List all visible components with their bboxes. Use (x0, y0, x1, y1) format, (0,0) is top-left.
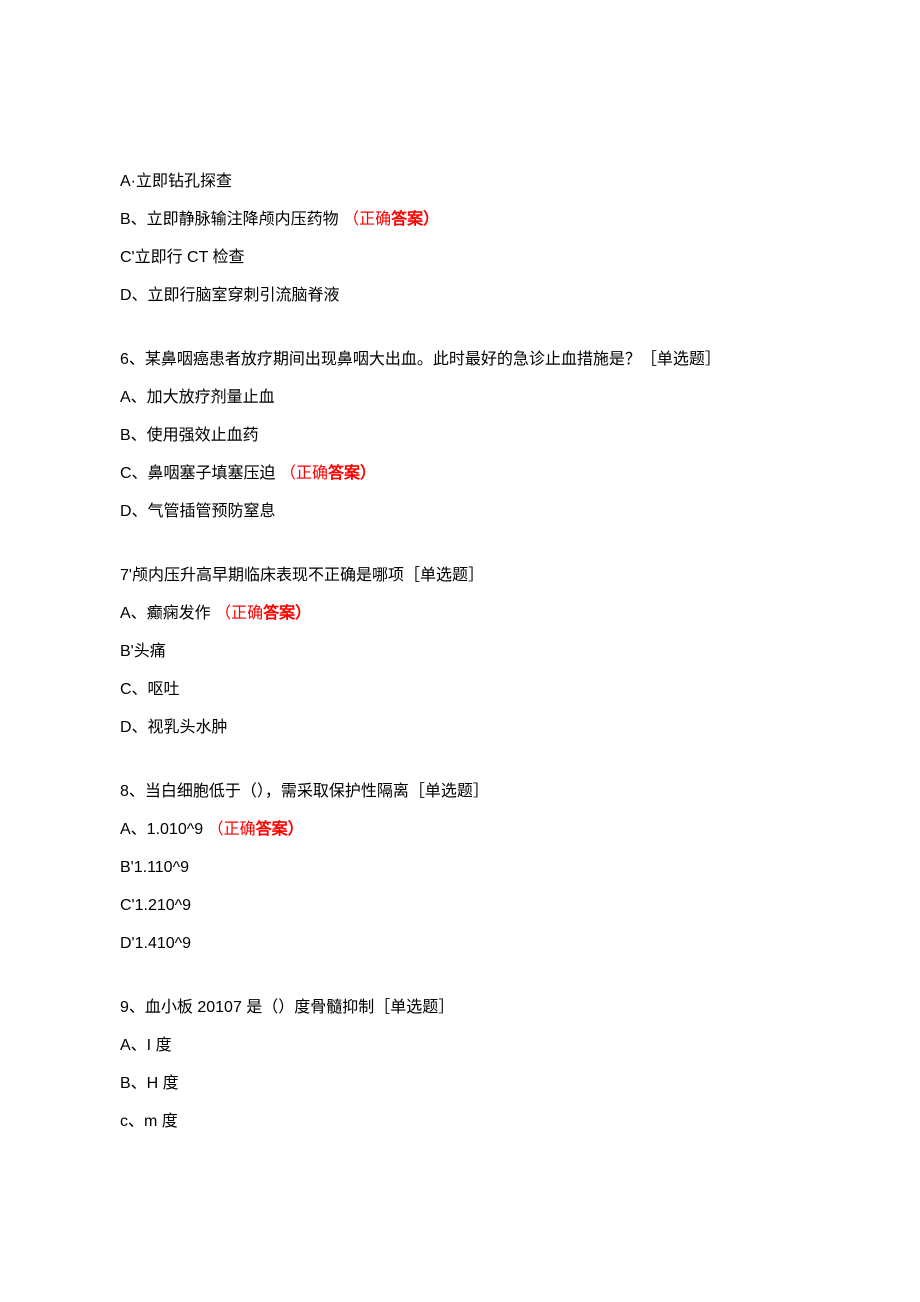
question-text: 7'颅内压升高早期临床表现不正确是哪项［单选题］ (120, 567, 484, 584)
option-text: B、立即静脉输注降颅内压药物 (120, 211, 339, 228)
option-text: B、使用强效止血药 (120, 427, 259, 444)
option-text: A、癫痫发作 (120, 605, 211, 622)
option-text: D、气管插管预防窒息 (120, 503, 276, 520)
q7-block: 7'颅内压升高早期临床表现不正确是哪项［单选题］ A、癫痫发作 （正确答案） B… (120, 564, 800, 740)
q6-option-d: D、气管插管预防窒息 (120, 500, 800, 524)
q7-stem: 7'颅内压升高早期临床表现不正确是哪项［单选题］ (120, 564, 800, 588)
correct-answer-label: （正确答案） (215, 605, 311, 622)
option-text: B'1.110^9 (120, 859, 189, 876)
option-text: B、H 度 (120, 1075, 179, 1092)
option-text: C、鼻咽塞子填塞压迫 (120, 465, 276, 482)
q6-option-a: A、加大放疗剂量止血 (120, 386, 800, 410)
q9-option-b: B、H 度 (120, 1072, 800, 1096)
q9-option-a: A、I 度 (120, 1034, 800, 1058)
q5-option-a: A·立即钻孔探查 (120, 170, 800, 194)
q9-block: 9、血小板 20107 是（）度骨髓抑制［单选题］ A、I 度 B、H 度 c、… (120, 996, 800, 1134)
q9-stem: 9、血小板 20107 是（）度骨髓抑制［单选题］ (120, 996, 800, 1020)
option-text: A、I 度 (120, 1037, 172, 1054)
q6-option-c: C、鼻咽塞子填塞压迫 （正确答案） (120, 462, 800, 486)
q8-option-d: D'1.410^9 (120, 932, 800, 956)
option-text: D、立即行脑室穿刺引流脑脊液 (120, 287, 340, 304)
option-text: A、1.010^9 (120, 821, 203, 838)
q6-stem: 6、某鼻咽癌患者放疗期间出现鼻咽大出血。此时最好的急诊止血措施是？［单选题］ (120, 348, 800, 372)
page-container: A·立即钻孔探查 B、立即静脉输注降颅内压药物 （正确答案） C'立即行 CT … (0, 0, 920, 1208)
q7-option-c: C、呕吐 (120, 678, 800, 702)
q8-stem: 8、当白细胞低于（），需采取保护性隔离［单选题］ (120, 780, 800, 804)
option-text: D'1.410^9 (120, 935, 191, 952)
q8-option-c: C'1.210^9 (120, 894, 800, 918)
option-text: B'头痛 (120, 643, 166, 660)
q9-option-c: c、m 度 (120, 1110, 800, 1134)
correct-answer-label: （正确答案） (343, 211, 439, 228)
option-text: c、m 度 (120, 1113, 178, 1130)
correct-answer-label: （正确答案） (208, 821, 304, 838)
option-text: C'立即行 CT 检查 (120, 249, 245, 266)
correct-answer-label: （正确答案） (280, 465, 376, 482)
question-text: 8、当白细胞低于（），需采取保护性隔离［单选题］ (120, 783, 489, 800)
q5-option-d: D、立即行脑室穿刺引流脑脊液 (120, 284, 800, 308)
option-text: A、加大放疗剂量止血 (120, 389, 275, 406)
option-text: C、呕吐 (120, 681, 180, 698)
q6-option-b: B、使用强效止血药 (120, 424, 800, 448)
q5-option-c: C'立即行 CT 检查 (120, 246, 800, 270)
option-text: C'1.210^9 (120, 897, 191, 914)
q7-option-a: A、癫痫发作 （正确答案） (120, 602, 800, 626)
q5-option-b: B、立即静脉输注降颅内压药物 （正确答案） (120, 208, 800, 232)
option-text: A·立即钻孔探查 (120, 173, 232, 190)
q8-block: 8、当白细胞低于（），需采取保护性隔离［单选题］ A、1.010^9 （正确答案… (120, 780, 800, 956)
q8-option-b: B'1.110^9 (120, 856, 800, 880)
q7-option-d: D、视乳头水肿 (120, 716, 800, 740)
question-text: 9、血小板 20107 是（）度骨髓抑制［单选题］ (120, 999, 454, 1016)
option-text: D、视乳头水肿 (120, 719, 228, 736)
question-text: 6、某鼻咽癌患者放疗期间出现鼻咽大出血。此时最好的急诊止血措施是？［单选题］ (120, 351, 721, 368)
q6-block: 6、某鼻咽癌患者放疗期间出现鼻咽大出血。此时最好的急诊止血措施是？［单选题］ A… (120, 348, 800, 524)
q7-option-b: B'头痛 (120, 640, 800, 664)
q8-option-a: A、1.010^9 （正确答案） (120, 818, 800, 842)
